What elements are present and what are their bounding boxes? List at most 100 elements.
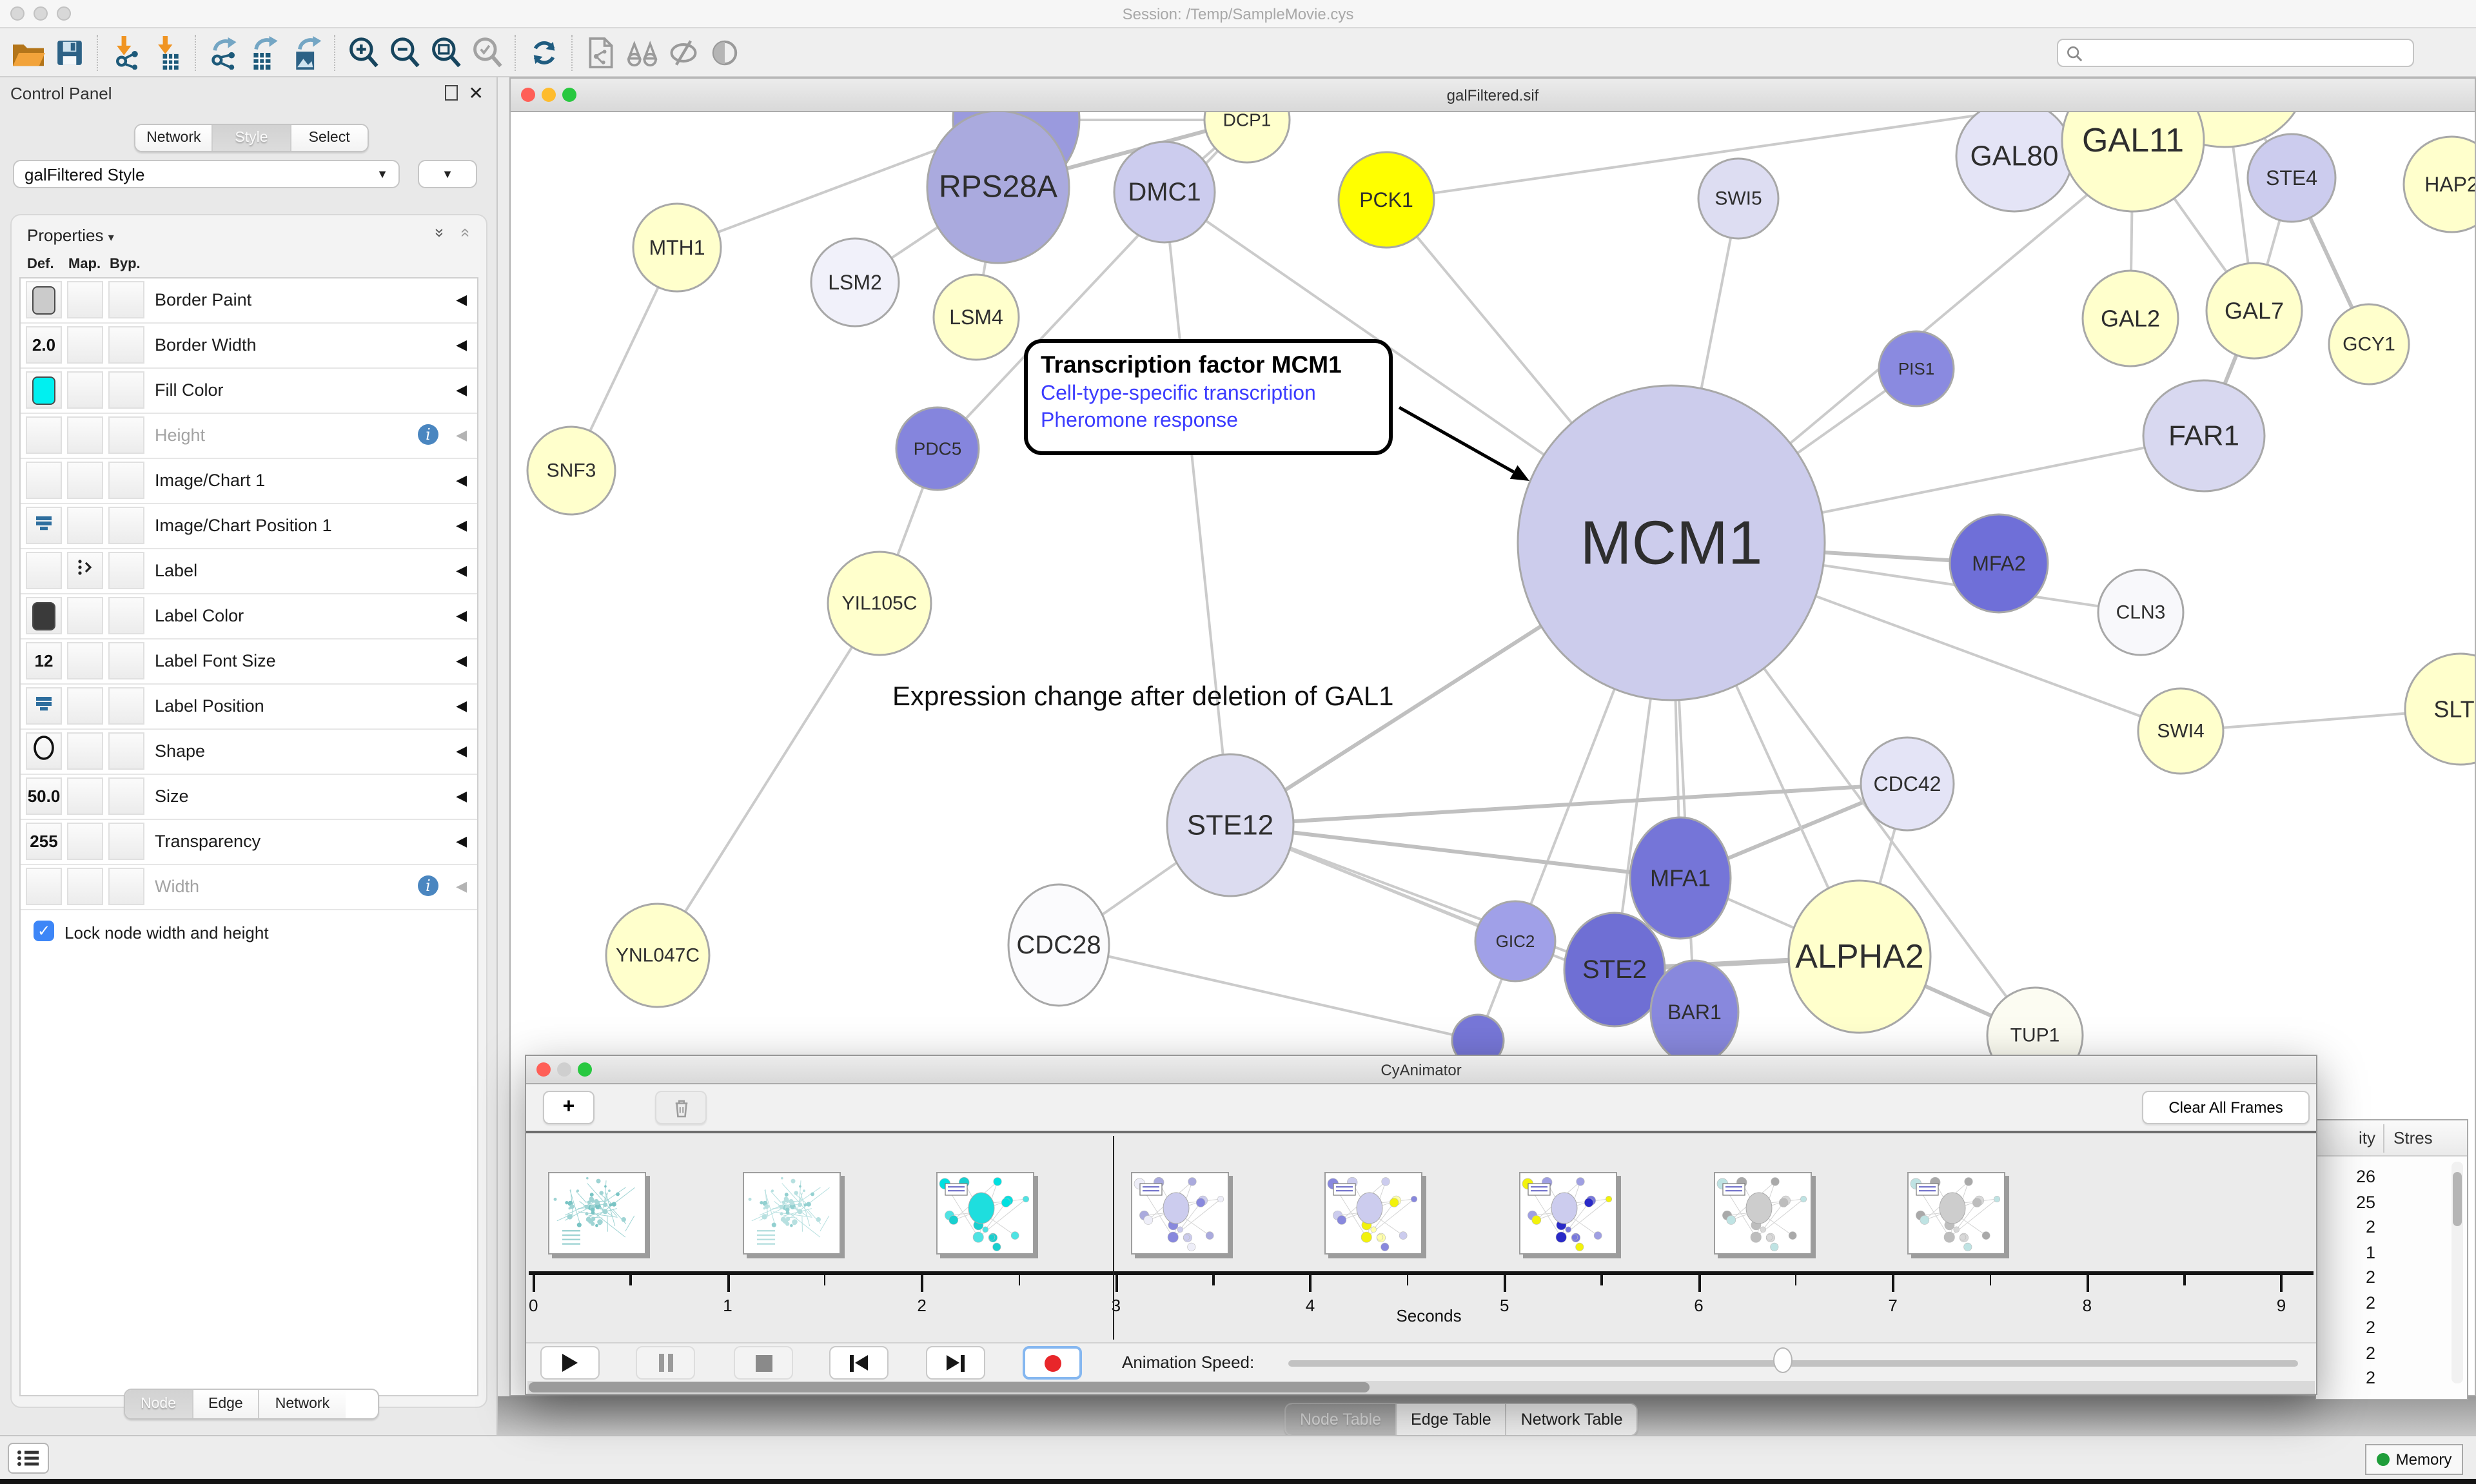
byp-cell[interactable] <box>108 597 144 634</box>
collapse-all-icon[interactable]: « <box>457 228 476 237</box>
map-cell[interactable] <box>67 777 103 815</box>
table-cell[interactable]: 2 <box>2316 1368 2375 1387</box>
annotation-box[interactable]: Transcription factor MCM1 Cell-type-spec… <box>1024 339 1393 455</box>
table-cell[interactable]: 2 <box>2316 1293 2375 1312</box>
property-row[interactable]: 12Label Font Size◀ <box>21 639 477 685</box>
property-row[interactable]: Label◀ <box>21 549 477 594</box>
map-cell[interactable] <box>67 326 103 364</box>
expand-property-icon[interactable]: ◀ <box>456 472 467 489</box>
hide-graphics-details-button[interactable] <box>663 32 704 73</box>
map-cell[interactable] <box>67 732 103 770</box>
scrollbar-thumb[interactable] <box>529 1382 1370 1392</box>
ellipse-icon[interactable] <box>32 735 55 767</box>
table-column-header[interactable]: ity <box>2316 1128 2375 1147</box>
memory-button[interactable]: Memory <box>2365 1444 2463 1475</box>
property-row[interactable]: Widthi◀ <box>21 865 477 910</box>
def-cell[interactable] <box>26 371 62 409</box>
property-row[interactable]: 50.0Size◀ <box>21 775 477 820</box>
network-document-button[interactable] <box>580 32 622 73</box>
map-cell[interactable] <box>67 552 103 589</box>
def-cell[interactable] <box>26 507 62 544</box>
timeline-frame-5s[interactable] <box>1519 1172 1617 1255</box>
zoom-fit-button[interactable] <box>426 32 467 73</box>
export-image-button[interactable] <box>286 32 328 73</box>
timeline-playhead[interactable] <box>1113 1136 1115 1340</box>
properties-header[interactable]: Properties ▾ <box>27 226 114 245</box>
search-network-button[interactable] <box>622 32 663 73</box>
map-cell[interactable] <box>67 642 103 679</box>
expand-property-icon[interactable]: ◀ <box>456 743 467 759</box>
expand-property-icon[interactable]: ◀ <box>456 337 467 353</box>
property-row[interactable]: Image/Chart 1◀ <box>21 459 477 504</box>
skip-to-start-button[interactable] <box>829 1346 889 1380</box>
byp-cell[interactable] <box>108 552 144 589</box>
timeline-frame-2s[interactable] <box>936 1172 1034 1255</box>
table-cell[interactable]: 25 <box>2316 1192 2375 1211</box>
byp-cell[interactable] <box>108 732 144 770</box>
expand-all-icon[interactable]: « <box>428 228 447 237</box>
byp-cell[interactable] <box>108 507 144 544</box>
open-session-button[interactable] <box>8 32 49 73</box>
style-tab-network[interactable]: Network <box>260 1390 345 1418</box>
byp-cell[interactable] <box>108 326 144 364</box>
map-cell[interactable] <box>67 687 103 725</box>
map-cell[interactable] <box>67 416 103 454</box>
property-row[interactable]: 255Transparency◀ <box>21 820 477 865</box>
def-cell[interactable] <box>26 462 62 499</box>
def-cell[interactable] <box>26 552 62 589</box>
zoom-in-button[interactable] <box>343 32 384 73</box>
expand-property-icon[interactable]: ◀ <box>456 517 467 534</box>
tab-style[interactable]: Style <box>213 125 291 151</box>
import-table-button[interactable] <box>147 32 188 73</box>
map-cell[interactable] <box>67 868 103 905</box>
scrollbar-thumb[interactable] <box>2453 1172 2462 1226</box>
property-row[interactable]: Label Color◀ <box>21 594 477 639</box>
style-selector[interactable]: galFiltered Style ▼ <box>13 160 400 188</box>
task-history-button[interactable] <box>8 1443 49 1474</box>
expand-property-icon[interactable]: ◀ <box>456 607 467 624</box>
default-value[interactable]: 12 <box>35 651 54 670</box>
byp-cell[interactable] <box>108 868 144 905</box>
map-cell[interactable] <box>67 281 103 318</box>
byp-cell[interactable] <box>108 416 144 454</box>
property-row[interactable]: Fill Color◀ <box>21 369 477 414</box>
property-row[interactable]: Border Paint◀ <box>21 278 477 324</box>
expand-property-icon[interactable]: ◀ <box>456 652 467 669</box>
search-field[interactable] <box>2057 39 2414 67</box>
def-cell[interactable] <box>26 281 62 318</box>
table-column-header[interactable]: Stres <box>2393 1128 2433 1147</box>
annotation-link[interactable]: Pheromone response <box>1041 410 1376 433</box>
property-row[interactable]: Shape◀ <box>21 730 477 775</box>
def-cell[interactable] <box>26 687 62 725</box>
network-edge[interactable] <box>658 603 879 955</box>
export-network-button[interactable] <box>204 32 245 73</box>
table-cell[interactable]: 2 <box>2316 1267 2375 1287</box>
def-cell[interactable] <box>26 416 62 454</box>
byp-cell[interactable] <box>108 462 144 499</box>
property-row[interactable]: Label Position◀ <box>21 685 477 730</box>
timeline-frame-4s[interactable] <box>1325 1172 1423 1255</box>
style-tab-edge[interactable]: Edge <box>193 1390 260 1418</box>
network-edge[interactable] <box>1059 945 1478 1040</box>
property-row[interactable]: Image/Chart Position 1◀ <box>21 504 477 549</box>
stop-button[interactable] <box>734 1346 793 1380</box>
map-cell[interactable] <box>67 507 103 544</box>
table-tab-edge-table[interactable]: Edge Table <box>1397 1404 1507 1435</box>
search-input[interactable] <box>2088 43 2390 63</box>
table-tab-node-table[interactable]: Node Table <box>1286 1404 1397 1435</box>
discrete-mapping-icon[interactable] <box>76 558 94 583</box>
play-button[interactable] <box>540 1346 600 1380</box>
skip-to-end-button[interactable] <box>926 1346 985 1380</box>
timeline-frame-0s[interactable] <box>548 1172 646 1255</box>
table-tab-network-table[interactable]: Network Table <box>1507 1404 1637 1435</box>
pause-button[interactable] <box>636 1346 695 1380</box>
default-value[interactable]: 50.0 <box>28 786 61 806</box>
info-icon[interactable]: i <box>418 424 438 445</box>
byp-cell[interactable] <box>108 777 144 815</box>
record-button[interactable] <box>1023 1346 1082 1380</box>
table-cell[interactable]: 26 <box>2316 1167 2375 1186</box>
refresh-button[interactable] <box>524 32 565 73</box>
map-cell[interactable] <box>67 462 103 499</box>
default-value-swatch[interactable] <box>32 286 55 314</box>
timeline-frame-1s[interactable] <box>742 1172 840 1255</box>
